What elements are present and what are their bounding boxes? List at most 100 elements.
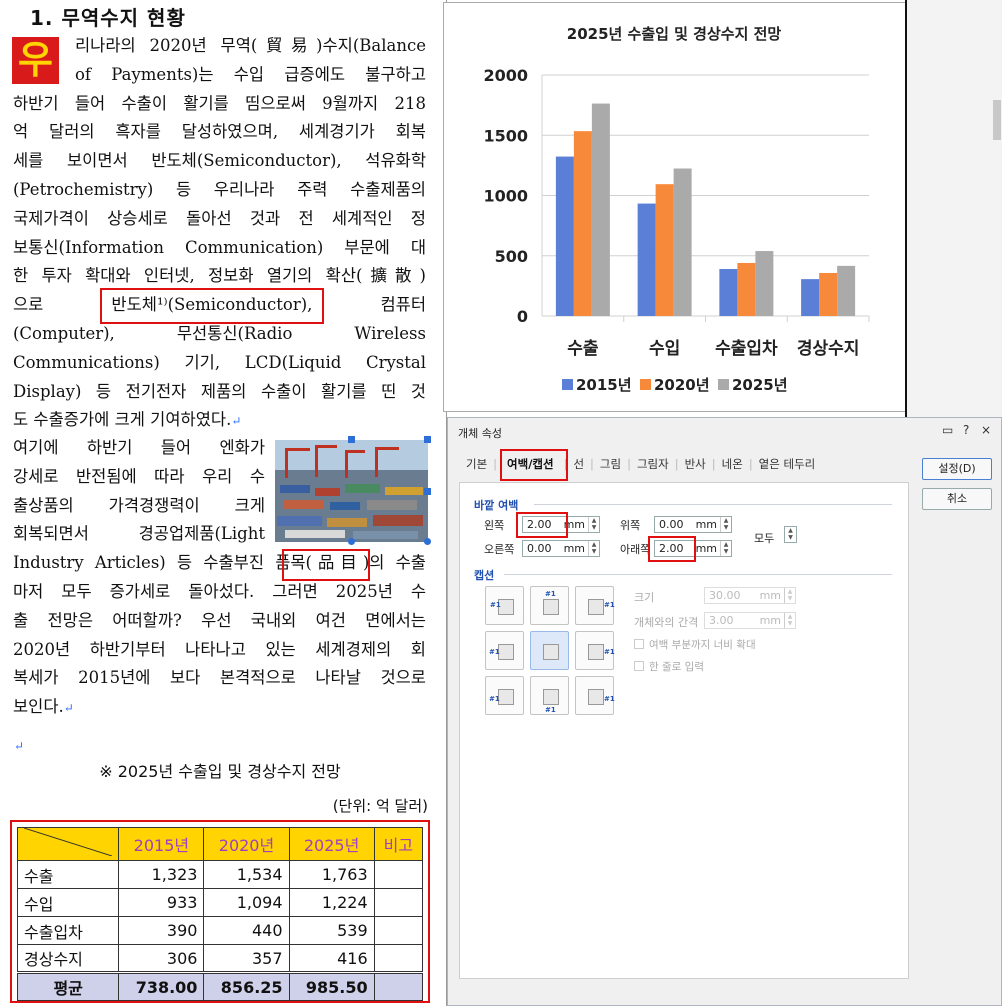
text-line: 강세로 반전됨에 따라 우리 수 <box>13 466 265 486</box>
bar-1-0 <box>637 203 656 316</box>
text-line: 하반기 들어 수출이 활기를 띰으로써 9월까지 218 <box>13 93 426 113</box>
x-tick-label: 수출 <box>567 339 599 359</box>
highlight-box-semiconductor <box>100 288 324 324</box>
text-line: 회복되면서 경공업제품(Light <box>13 524 265 544</box>
text-line: (Petrochemistry) 등 우리나라 주력 수출제품의 <box>13 180 426 199</box>
object-properties-dialog: 개체 속성 ▭ ? × 기본 | 여백/캡션 | 선 | 그림 | 그림자 | 반사 | 네… <box>447 417 1002 1006</box>
bar-chart[interactable]: 2025년 수출입 및 경상수지 전망 0 500 1000 1500 2000 수출 수입 수… <box>443 2 906 412</box>
unit-label: mm <box>695 518 717 531</box>
caption-middle-right-button[interactable]: #1 <box>575 631 615 670</box>
caption-middle-left-button[interactable]: #1 <box>485 631 524 670</box>
section-heading: 1. 무역수지 현황 <box>30 6 186 30</box>
tab-line[interactable]: 선 <box>567 456 590 472</box>
resize-handle-bottomright[interactable] <box>424 538 431 545</box>
scrollbar-thumb[interactable] <box>993 100 1001 140</box>
caption-top-right-button[interactable]: #1 <box>575 586 615 625</box>
tab-neon[interactable]: 네온 <box>716 456 749 472</box>
caption-bottom-right-button[interactable]: #1 <box>575 676 615 715</box>
y-tick-label: 1500 <box>483 126 528 145</box>
x-tick-label: 경상수지 <box>797 339 860 359</box>
cancel-button[interactable]: 취소 <box>922 488 992 510</box>
tab-basic[interactable]: 기본 <box>460 456 493 472</box>
spin-arrows-icon[interactable]: ▲ ▼ <box>785 527 796 542</box>
caption-top-center-button[interactable]: #1 <box>530 586 569 625</box>
text-line: of Payments)는 수입 급증에도 불구하고 <box>75 64 426 84</box>
highlight-box-bottom-margin <box>648 536 696 562</box>
text-line: 한 투자 확대와 인터넷, 정보화 열기의 확산(擴散) <box>13 266 426 286</box>
drop-cap: 우 <box>12 37 59 84</box>
caption-bottom-left-button[interactable]: #1 <box>485 676 524 715</box>
text-line: 보통신(Information Communication) 부문에 대 <box>13 237 426 257</box>
resize-handle-right[interactable] <box>424 488 431 495</box>
close-icon[interactable]: × <box>981 423 991 437</box>
legend-swatch-1 <box>640 379 651 390</box>
legend-swatch-0 <box>562 379 573 390</box>
section-divider <box>534 504 892 505</box>
highlight-box-tab <box>500 449 568 481</box>
tab-shadow[interactable]: 그림자 <box>631 456 675 472</box>
text-line: 세를 보이면서 반도체(Semiconductor), 석유화학 <box>13 151 426 171</box>
single-line-checkbox: 한 줄로 입력 <box>634 659 704 674</box>
text-line: Display) 등 전기전자 제품의 수출이 활기를 띤 것 <box>13 381 426 401</box>
bar-1-1 <box>655 184 674 316</box>
empty-line-mark: ↵ <box>14 739 25 753</box>
port-photo[interactable] <box>275 440 428 542</box>
single-line-label: 한 줄로 입력 <box>649 661 704 673</box>
dialog-restore-icon[interactable]: ▭ <box>942 423 953 437</box>
caption-top-left-button[interactable]: #1 <box>485 586 524 625</box>
bar-0-2 <box>591 103 610 316</box>
legend-label-0: 2015년 <box>576 376 632 394</box>
top-margin-value: 0.00 <box>659 518 684 531</box>
legend-label-1: 2020년 <box>654 376 710 394</box>
tab-soft-edge[interactable]: 옅은 테두리 <box>753 456 822 472</box>
right-margin-input[interactable]: 0.00 mm ▲ ▼ <box>522 540 600 557</box>
spin-arrows-icon: ▲ ▼ <box>784 588 795 603</box>
all-margins-spin[interactable]: ▲ ▼ <box>784 526 797 543</box>
unit-label: mm <box>695 542 717 555</box>
text-line: 마저 모두 증가세로 돌아섰다. 그러면 2025년 수 <box>13 582 426 601</box>
text-line: (Computer), 무선통신(Radio Wireless <box>13 324 426 343</box>
unit-label: mm <box>759 614 781 627</box>
ok-button[interactable]: 설정(D) <box>922 458 992 480</box>
caption-bottom-center-button[interactable]: #1 <box>530 676 569 715</box>
text-line: 복세가 2015년에 보다 본격적으로 나타날 것으로 <box>13 668 426 688</box>
spin-arrows-icon[interactable]: ▲ ▼ <box>588 541 599 556</box>
caption-gap-input: 3.00 mm ▲ ▼ <box>704 612 796 629</box>
y-tick-label: 2000 <box>483 66 528 85</box>
section-divider <box>504 574 892 575</box>
tab-picture[interactable]: 그림 <box>594 456 627 472</box>
chart-canvas: 2025년 수출입 및 경상수지 전망 0 500 1000 1500 2000 수출 수입 수… <box>483 25 870 394</box>
text-line: 도 수출증가에 크게 기여하였다.↵ <box>13 410 242 430</box>
resize-handle-top[interactable] <box>348 436 355 443</box>
highlight-box-item <box>282 549 370 581</box>
x-tick-label: 수입 <box>649 339 680 359</box>
text-line: Communications) 기기, LCD(Liquid Crystal <box>13 352 426 372</box>
resize-handle-topright[interactable] <box>424 436 431 443</box>
spin-arrows-icon[interactable]: ▲ ▼ <box>720 517 731 532</box>
caption-section-title: 캡션 <box>474 569 495 582</box>
bar-1-2 <box>673 168 692 316</box>
top-margin-input[interactable]: 0.00 mm ▲ ▼ <box>654 516 732 533</box>
bar-3-0 <box>801 279 820 316</box>
spin-arrows-icon[interactable]: ▲ ▼ <box>588 517 599 532</box>
bar-0-0 <box>555 156 574 316</box>
expand-width-checkbox: 여백 부분까지 너비 확대 <box>634 637 756 652</box>
caption-none-button[interactable] <box>530 631 569 670</box>
margin-section-title: 바깥 여백 <box>474 499 519 512</box>
tab-reflection[interactable]: 반사 <box>679 456 712 472</box>
all-margins-label: 모두 <box>754 532 775 545</box>
x-tick-label: 수출입차 <box>715 339 778 359</box>
text-line: 출 전망은 어떠할까? 우선 국내외 여건 면에서는 <box>13 610 426 630</box>
spin-arrows-icon[interactable]: ▲ ▼ <box>720 541 731 556</box>
text-line: 여기에 하반기 들어 엔화가 <box>13 438 265 457</box>
highlight-box-table <box>10 820 430 1003</box>
text-line: 리나라의 2020년 무역(貿易)수지(Balance <box>75 36 426 55</box>
right-margin-value: 0.00 <box>527 542 552 555</box>
help-icon[interactable]: ? <box>963 423 969 437</box>
document-page[interactable]: 1. 무역수지 현황 우 리나라의 2020년 무역(貿易)수지(Balance… <box>0 0 440 1006</box>
resize-handle-bottom[interactable] <box>348 538 355 545</box>
text-line: 2020년 하반기부터 나타나고 있는 세계경제의 회 <box>13 639 426 659</box>
table-unit: (단위: 억 달러) <box>332 797 428 815</box>
legend-label-2: 2025년 <box>732 376 788 394</box>
margin-caption-panel: 바깥 여백 왼쪽 2.00 mm ▲ ▼ 위쪽 0.00 mm ▲ ▼ 모두 ▲ ▼ … <box>459 482 909 979</box>
